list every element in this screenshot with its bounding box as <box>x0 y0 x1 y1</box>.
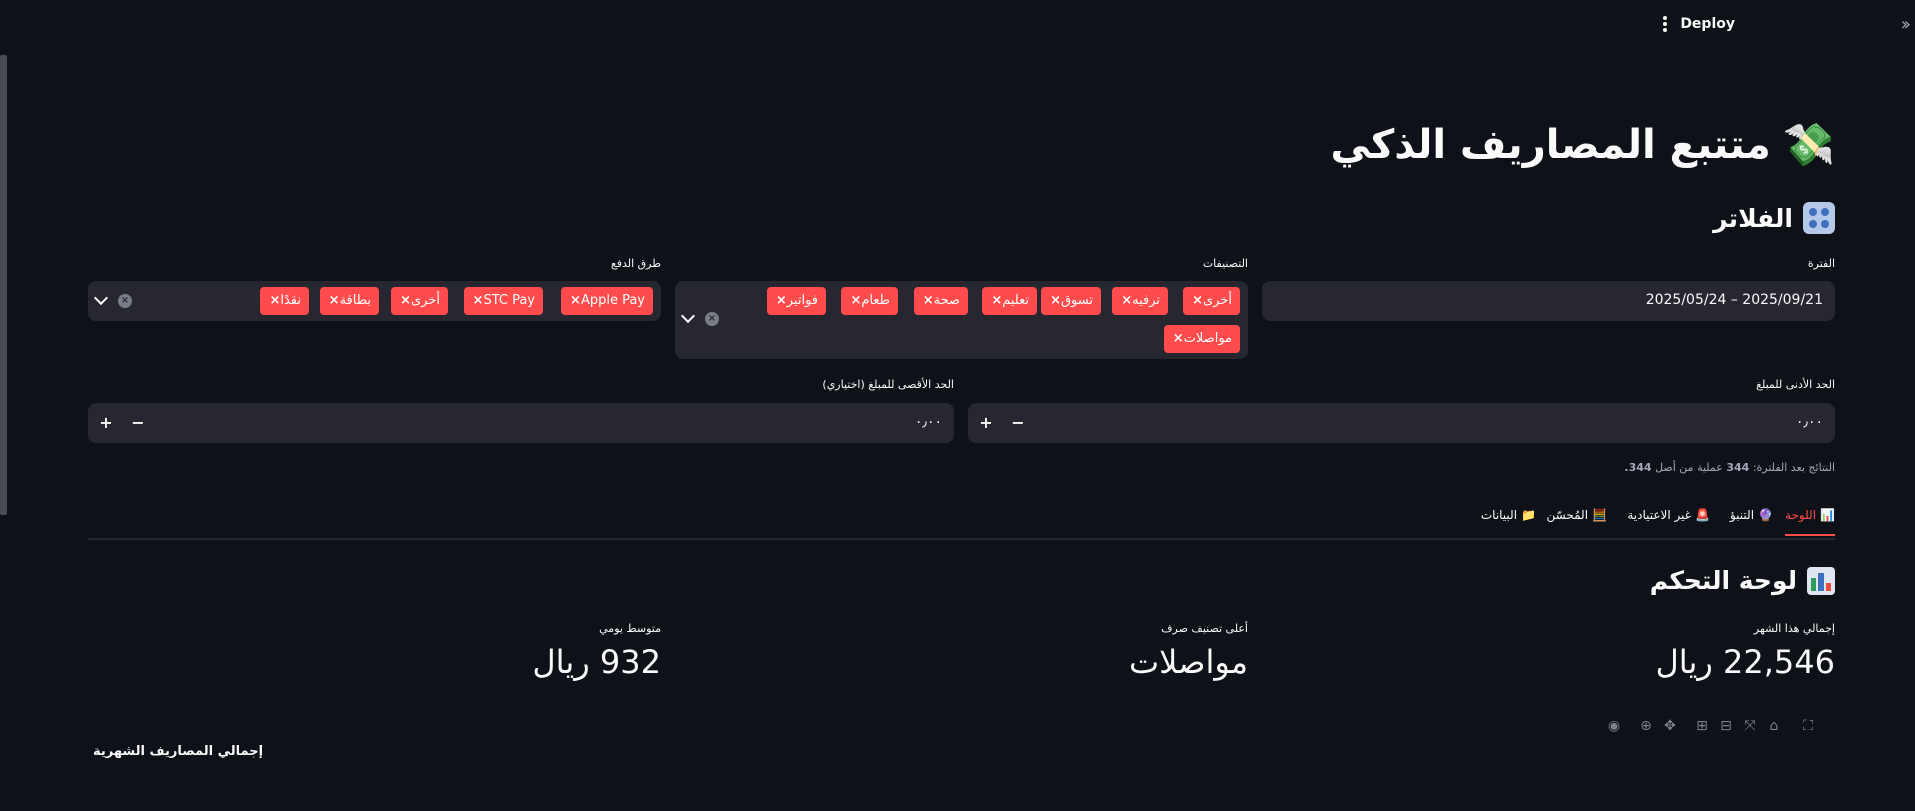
decrement-button[interactable]: − <box>1010 413 1026 432</box>
metric-value: 932 ريال <box>532 643 661 681</box>
max-amount-value: ٠٫٠٠ <box>914 414 942 430</box>
page-scrollbar[interactable] <box>0 55 7 515</box>
bar-chart-icon: 📊 <box>1820 508 1835 522</box>
min-amount-label: الحد الأدنى للمبلغ <box>1756 378 1835 391</box>
chevron-down-icon[interactable] <box>680 308 696 324</box>
payment-tag[interactable]: نقدًا× <box>260 287 309 315</box>
folder-icon: 📁 <box>1521 508 1536 522</box>
categories-multiselect[interactable]: أخرى× ترفيه× تسوق× تعليم× صحة× طعام× فوا… <box>675 281 1248 359</box>
filter-results-caption: النتائج بعد الفلترة: 344 عملية من أصل 34… <box>1624 461 1835 474</box>
category-tag[interactable]: فواتير× <box>766 287 826 315</box>
payment-methods-label: طرق الدفع <box>610 257 661 270</box>
home-icon[interactable]: ⌂ <box>1765 717 1783 735</box>
dashboard-heading-text: لوحة التحكم <box>1649 566 1797 595</box>
category-tag[interactable]: تسوق× <box>1041 287 1101 315</box>
category-tag[interactable]: تعليم× <box>982 287 1037 315</box>
metric-value: 22,546 ريال <box>1655 643 1836 681</box>
min-amount-input[interactable]: ٠٫٠٠ − + <box>968 403 1835 443</box>
chart-title: إجمالي المصاريف الشهرية <box>93 744 264 759</box>
increment-button[interactable]: + <box>978 413 994 432</box>
main-menu-icon[interactable] <box>1658 15 1672 35</box>
page-title-text: متتبع المصاريف الذكي <box>1330 122 1771 168</box>
control-knobs-icon <box>1803 202 1835 234</box>
tab-bar: 📊 اللوحة 🔮 التنبؤ 🚨 غير الاعتيادية 🧮 الم… <box>88 500 1835 540</box>
sidebar-expand-icon[interactable]: ›› <box>1901 14 1912 35</box>
tab-anomalies[interactable]: 🚨 غير الاعتيادية <box>1627 508 1710 534</box>
page-title: 💸 متتبع المصاريف الذكي <box>1331 120 1835 170</box>
siren-icon: 🚨 <box>1695 508 1710 522</box>
category-tag[interactable]: طعام× <box>841 287 898 315</box>
min-amount-value: ٠٫٠٠ <box>1795 414 1823 430</box>
tab-optimizer[interactable]: 🧮 المُحسّن <box>1547 508 1607 534</box>
tab-forecast[interactable]: 🔮 التنبؤ <box>1730 508 1773 534</box>
metric-value: مواصلات <box>1129 643 1248 681</box>
abacus-icon: 🧮 <box>1592 508 1607 522</box>
category-tag[interactable]: مواصلات× <box>1163 325 1240 353</box>
clear-payment-icon[interactable]: × <box>118 294 132 308</box>
payment-tag[interactable]: أخرى× <box>391 287 448 315</box>
tab-data[interactable]: 📁 البيانات <box>1481 508 1536 534</box>
period-label: الفترة <box>1807 257 1835 270</box>
max-amount-label: الحد الأقصى للمبلغ (اختياري) <box>822 378 954 391</box>
category-tag[interactable]: أخرى× <box>1183 287 1240 315</box>
payment-tag[interactable]: بطاقة× <box>319 287 379 315</box>
decrement-button[interactable]: − <box>130 413 146 432</box>
pan-icon[interactable]: ✥ <box>1661 717 1679 735</box>
dashboard-heading: لوحة التحكم <box>1650 566 1835 595</box>
metric-label: أعلى تصنيف صرف <box>1161 622 1248 635</box>
autoscale-icon[interactable]: ⤧ <box>1741 717 1759 735</box>
payment-tag[interactable]: Apple Pay× <box>561 287 653 315</box>
payment-tag[interactable]: STC Pay× <box>463 287 543 315</box>
filters-heading-text: الفلاتر <box>1713 203 1793 233</box>
camera-icon[interactable]: ◉ <box>1605 717 1623 735</box>
category-tag[interactable]: ترفيه× <box>1112 287 1168 315</box>
metric-label: متوسط يومي <box>599 622 661 635</box>
zoom-in-icon[interactable]: ⊞ <box>1693 717 1711 735</box>
zoom-icon[interactable]: ⊕ <box>1637 717 1655 735</box>
chart-toolbar: ◉ ⊕ ✥ ⊞ ⊟ ⤧ ⌂ ⛶ <box>1605 717 1835 737</box>
period-date-input[interactable]: 2025/05/24 – 2025/09/21 <box>1262 281 1835 321</box>
deploy-button[interactable]: Deploy <box>1680 16 1735 32</box>
increment-button[interactable]: + <box>98 413 114 432</box>
crystal-ball-icon: 🔮 <box>1758 508 1773 522</box>
payment-methods-multiselect[interactable]: Apple Pay× STC Pay× أخرى× بطاقة× نقدًا× … <box>88 281 661 321</box>
period-value: 2025/05/24 – 2025/09/21 <box>1645 292 1823 308</box>
clear-categories-icon[interactable]: × <box>705 312 719 326</box>
tab-dashboard[interactable]: 📊 اللوحة <box>1785 508 1835 536</box>
money-wings-icon: 💸 <box>1782 120 1835 169</box>
fullscreen-icon[interactable]: ⛶ <box>1799 717 1817 735</box>
chevron-down-icon[interactable] <box>93 290 109 306</box>
categories-label: التصنيفات <box>1202 257 1248 270</box>
top-bar: Deploy ›› <box>0 0 1915 52</box>
bar-chart-icon <box>1807 566 1835 595</box>
metric-label: إجمالي هذا الشهر <box>1753 622 1835 635</box>
category-tag[interactable]: صحة× <box>913 287 968 315</box>
max-amount-input[interactable]: ٠٫٠٠ − + <box>88 403 954 443</box>
filters-heading: الفلاتر <box>1713 202 1835 234</box>
zoom-out-icon[interactable]: ⊟ <box>1717 717 1735 735</box>
